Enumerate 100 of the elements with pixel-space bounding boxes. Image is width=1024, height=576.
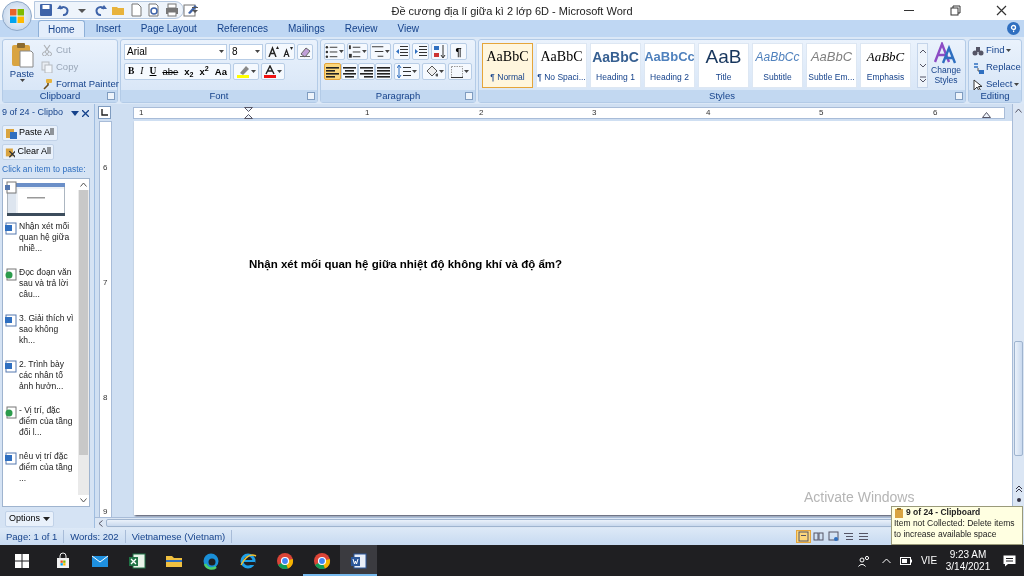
clipboard-item[interactable]: 2. Trình bày các nhân tố ảnh hưởn... — [5, 354, 78, 401]
help-button[interactable] — [1007, 22, 1020, 35]
chevron-up-icon — [881, 557, 891, 564]
paste-all-button[interactable]: Paste All — [2, 125, 58, 141]
multilevel-list-button[interactable] — [370, 43, 391, 60]
minimize-icon — [904, 9, 914, 11]
toolbar-button[interactable] — [183, 3, 197, 17]
tab-selector-button[interactable] — [98, 106, 111, 119]
align-justify-button[interactable] — [375, 63, 392, 80]
gallery-scrollbar[interactable] — [917, 43, 928, 88]
vertical-scrollbar[interactable] — [1012, 104, 1024, 528]
ribbon-tab[interactable]: Insert — [86, 20, 130, 37]
borders-icon — [451, 65, 463, 78]
clear-all-button[interactable]: Clear All — [2, 144, 54, 160]
dialog-launcher-button[interactable] — [307, 92, 315, 100]
format-button[interactable]: abe — [159, 64, 182, 79]
close-icon — [82, 109, 89, 117]
shading-button[interactable] — [422, 63, 446, 80]
select-button[interactable]: Select — [972, 77, 1021, 92]
clock-button[interactable]: 9:23 AM 3/14/2021 — [942, 545, 994, 576]
align-center-button[interactable] — [341, 63, 358, 80]
style-button[interactable]: AaBbCc Heading 2 — [644, 43, 695, 88]
view-web-button[interactable] — [826, 530, 841, 543]
pane-menu-button[interactable] — [70, 108, 79, 118]
scrollbar[interactable] — [78, 178, 89, 506]
close-button[interactable] — [81, 108, 90, 118]
style-button[interactable]: AaBbC ¶ No Spaci... — [536, 43, 587, 88]
scrollbar-thumb[interactable] — [1014, 341, 1023, 456]
dialog-launcher-button[interactable] — [465, 92, 473, 100]
clipboard-item[interactable]: 3. Giải thích vì sao không kh... — [5, 308, 78, 355]
paste-button[interactable]: Paste — [7, 42, 37, 90]
previous-page-button[interactable] — [1013, 483, 1024, 494]
ribbon-tab[interactable]: References — [207, 20, 277, 37]
style-button[interactable]: AaBbC Heading 1 — [590, 43, 641, 88]
left-tab-icon — [101, 109, 108, 116]
toolbar-button[interactable] — [57, 3, 71, 17]
ribbon-tab[interactable]: Mailings — [279, 20, 334, 37]
align-right-button[interactable] — [358, 63, 375, 80]
office-button[interactable] — [2, 1, 32, 31]
decrease-indent-button[interactable] — [393, 43, 410, 60]
dialog-launcher-button[interactable] — [107, 92, 115, 100]
grow-font-button[interactable] — [266, 44, 280, 59]
clipboard-item[interactable]: Nhận xét mối quan hệ giữa nhiề... — [5, 216, 78, 263]
format-button[interactable]: I — [137, 64, 147, 79]
align-left-button[interactable] — [324, 63, 341, 80]
format-button[interactable]: U — [146, 64, 160, 79]
taskbar-app-button[interactable] — [340, 545, 377, 576]
language-button[interactable]: VIE — [916, 545, 942, 576]
battery-icon — [900, 556, 912, 565]
double-up-arrow-icon — [1014, 484, 1023, 493]
caret-icon — [464, 69, 469, 74]
ribbon-tab[interactable]: View — [388, 20, 428, 37]
painter-button[interactable]: Format Painter — [41, 77, 119, 91]
format-button[interactable]: B — [125, 64, 138, 79]
style-button[interactable]: AaB Title — [698, 43, 749, 88]
line-spacing-button[interactable] — [394, 63, 420, 80]
clipboard-item[interactable]: Đọc đoạn văn sau và trả lời câu... — [5, 262, 78, 309]
font-name-field[interactable]: Arial — [124, 43, 227, 60]
toolbar-button[interactable] — [39, 3, 53, 17]
ribbon-tab[interactable]: Page Layout — [131, 20, 206, 37]
style-button[interactable]: AaBbC Subtle Em... — [806, 43, 857, 88]
find-button[interactable]: Find — [972, 43, 1021, 58]
dialog-launcher-button[interactable] — [955, 92, 963, 100]
options-button[interactable]: Options — [5, 510, 54, 527]
style-button[interactable]: AaBbC ¶ Normal — [482, 43, 533, 88]
view-icon — [843, 531, 854, 542]
toolbar-button[interactable] — [165, 3, 179, 17]
style-button[interactable]: AaBbCc Subtitle — [752, 43, 803, 88]
borders-button[interactable] — [448, 63, 472, 80]
customize-toolbar-button[interactable] — [190, 4, 200, 16]
view-reading-button[interactable] — [811, 530, 826, 543]
replace-button[interactable]: Replace — [972, 60, 1021, 75]
styles-letters-icon — [934, 42, 958, 64]
shrink-font-button[interactable] — [280, 44, 294, 59]
format-button[interactable]: x$^{2}$ — [196, 64, 212, 79]
toolbar-button[interactable] — [93, 3, 107, 17]
ribbon-tab[interactable]: Review — [335, 20, 387, 37]
change-styles-button[interactable]: Change Styles — [929, 42, 963, 90]
clipboard-item[interactable]: nêu vị trí đặc điểm của tầng ... — [5, 446, 78, 493]
format-button[interactable]: Aa — [211, 64, 230, 79]
clipboard-item[interactable]: - Vị trí, đặc điểm của tầng đối l... — [5, 400, 78, 447]
show-marks-button[interactable]: ¶ — [450, 43, 467, 60]
toolbar-button[interactable] — [147, 3, 161, 17]
view-outline-button[interactable] — [841, 530, 856, 543]
sort-button[interactable] — [431, 43, 448, 60]
font-color-button[interactable] — [260, 63, 285, 80]
undo-icon — [57, 3, 71, 17]
style-button[interactable]: AaBbC Emphasis — [860, 43, 911, 88]
view-icon — [813, 531, 824, 542]
scrollbar-thumb[interactable] — [79, 189, 88, 455]
font-size-field[interactable]: 8 — [229, 43, 263, 60]
clear-formatting-button[interactable] — [297, 43, 313, 60]
increase-indent-button[interactable] — [412, 43, 429, 60]
view-draft-button[interactable] — [856, 530, 871, 543]
view-print-button[interactable] — [796, 530, 811, 543]
bullets-button[interactable] — [324, 43, 345, 60]
format-button[interactable]: x$_{2}$ — [181, 64, 197, 79]
numbering-button[interactable] — [347, 43, 368, 60]
ribbon-tab[interactable]: Home — [38, 20, 85, 37]
caret-icon — [250, 69, 256, 74]
